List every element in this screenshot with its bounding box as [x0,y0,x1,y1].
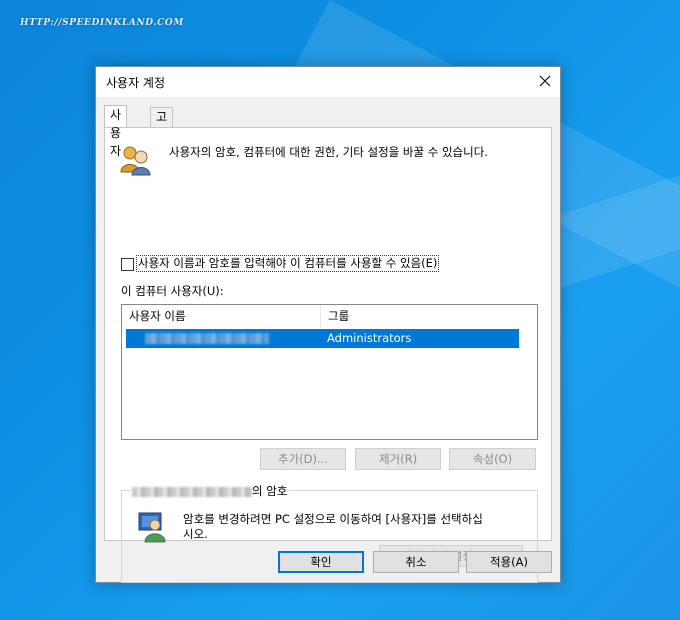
user-name-cell [145,333,269,344]
must-login-checkbox-label[interactable]: 사용자 이름과 암호를 입력해야 이 컴퓨터를 사용할 수 있음(E) [136,255,440,272]
users-list-label: 이 컴퓨터 사용자(U): [121,284,224,298]
apply-button[interactable]: 적용(A) [466,551,552,573]
users-listview[interactable]: 사용자 이름 그룹 Administrators [121,304,538,440]
users-tab-panel: 사용자의 암호, 컴퓨터에 대한 권한, 기타 설정을 바꿀 수 있습니다. 사… [104,127,552,583]
desktop: HTTP://SPEEDINKLAND.COM 사용자 계정 사용자 고급 사용… [0,0,680,620]
password-group-title-text: 의 암호 [252,484,288,498]
group-cell: Administrators [327,331,412,345]
title-bar[interactable]: 사용자 계정 [96,67,560,97]
password-help-line2: 시오. [183,527,208,541]
must-login-checkbox[interactable] [121,258,134,271]
close-icon [539,75,551,87]
password-group-title: 의 암호 [130,483,290,499]
intro-text: 사용자의 암호, 컴퓨터에 대한 권한, 기타 설정을 바꿀 수 있습니다. [169,145,488,159]
user-password-icon [138,512,166,543]
user-accounts-dialog: 사용자 계정 사용자 고급 사용자의 암호, 컴퓨터에 대한 권한, 기타 설정… [95,66,561,583]
tab-advanced[interactable]: 고급 [150,107,174,142]
ok-button[interactable]: 확인 [278,551,364,573]
tab-users[interactable]: 사용자 [104,105,128,158]
close-button[interactable] [530,67,560,95]
table-row[interactable]: Administrators [126,329,519,348]
owner-name-redacted [132,486,252,497]
password-help-line1: 암호를 변경하려면 PC 설정으로 이동하여 [사용자]를 선택하십 [183,512,483,526]
remove-user-button[interactable]: 제거(R) [355,448,441,470]
watermark-text: HTTP://SPEEDINKLAND.COM [20,18,184,28]
window-title: 사용자 계정 [106,76,166,90]
column-header-group[interactable]: 그룹 [321,305,536,328]
column-header-user-name[interactable]: 사용자 이름 [122,305,321,328]
users-icon [120,146,151,176]
cancel-button[interactable]: 취소 [373,551,459,573]
add-user-button[interactable]: 추가(D)... [260,448,346,470]
properties-button[interactable]: 속성(O) [449,448,536,470]
